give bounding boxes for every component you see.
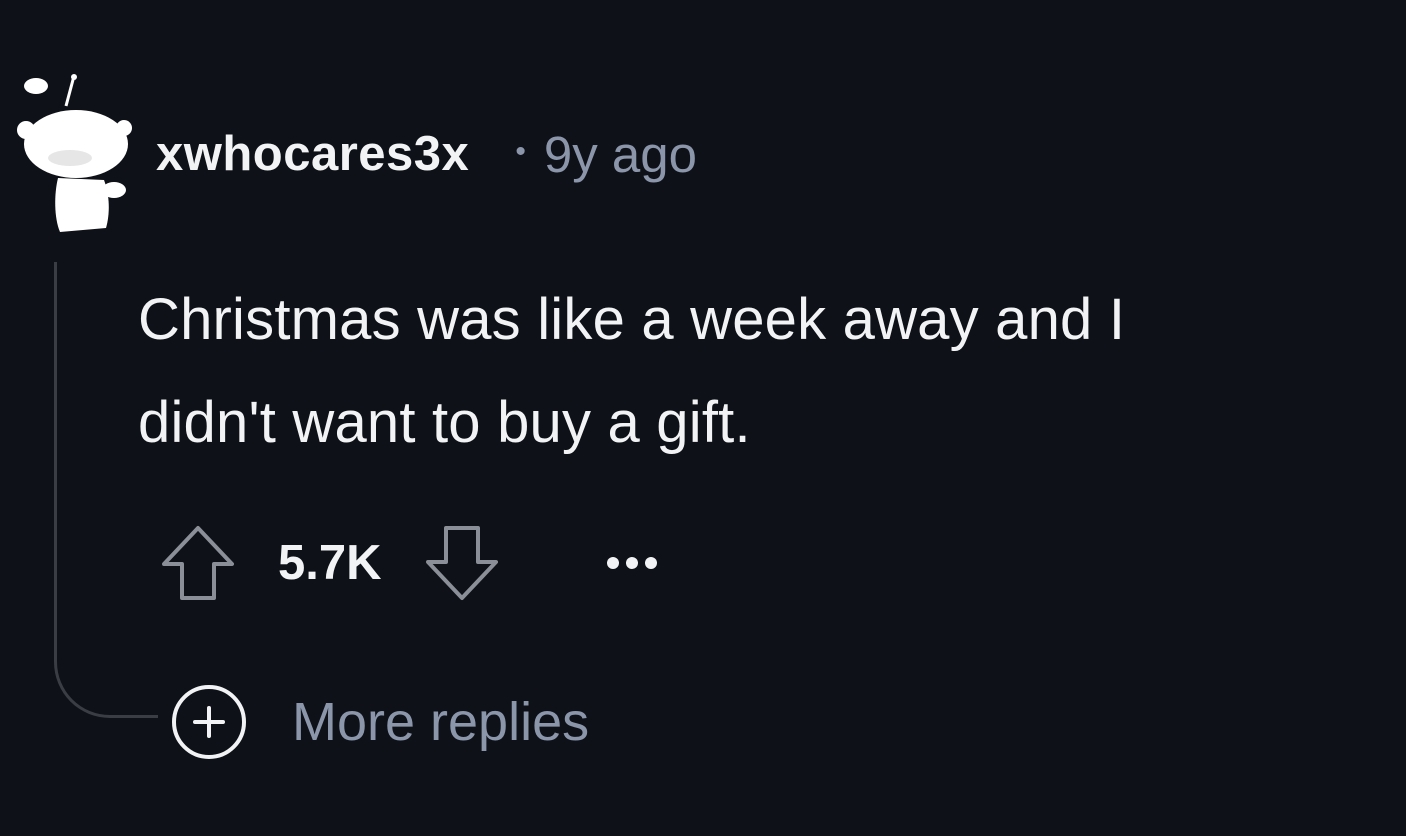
more-options-button[interactable] (592, 520, 672, 606)
comment-actions: 5.7K (156, 520, 672, 606)
downvote-button[interactable] (420, 520, 504, 606)
avatar[interactable] (14, 72, 134, 236)
comment-body-line: didn't want to buy a gift. (138, 390, 751, 455)
comment: xwhocares3x • 9y ago Christmas was like … (0, 0, 1406, 836)
snoo-avatar-icon (17, 74, 132, 232)
upvote-arrow-icon (162, 526, 234, 600)
more-options-icon (607, 557, 657, 569)
comment-timestamp[interactable]: 9y ago (544, 125, 697, 184)
vote-score: 5.7K (278, 536, 382, 590)
meta-separator: • (515, 135, 526, 168)
plus-circle-icon (172, 685, 246, 759)
downvote-arrow-icon (426, 526, 498, 600)
comment-meta: xwhocares3x • 9y ago (156, 122, 697, 186)
more-replies-label: More replies (292, 692, 590, 752)
comment-body-line: Christmas was like a week away and I (138, 287, 1126, 352)
author-username[interactable]: xwhocares3x (156, 126, 469, 182)
comment-body: Christmas was like a week away and I did… (138, 268, 1358, 474)
upvote-button[interactable] (156, 520, 240, 606)
more-replies-button[interactable]: More replies (170, 680, 589, 764)
